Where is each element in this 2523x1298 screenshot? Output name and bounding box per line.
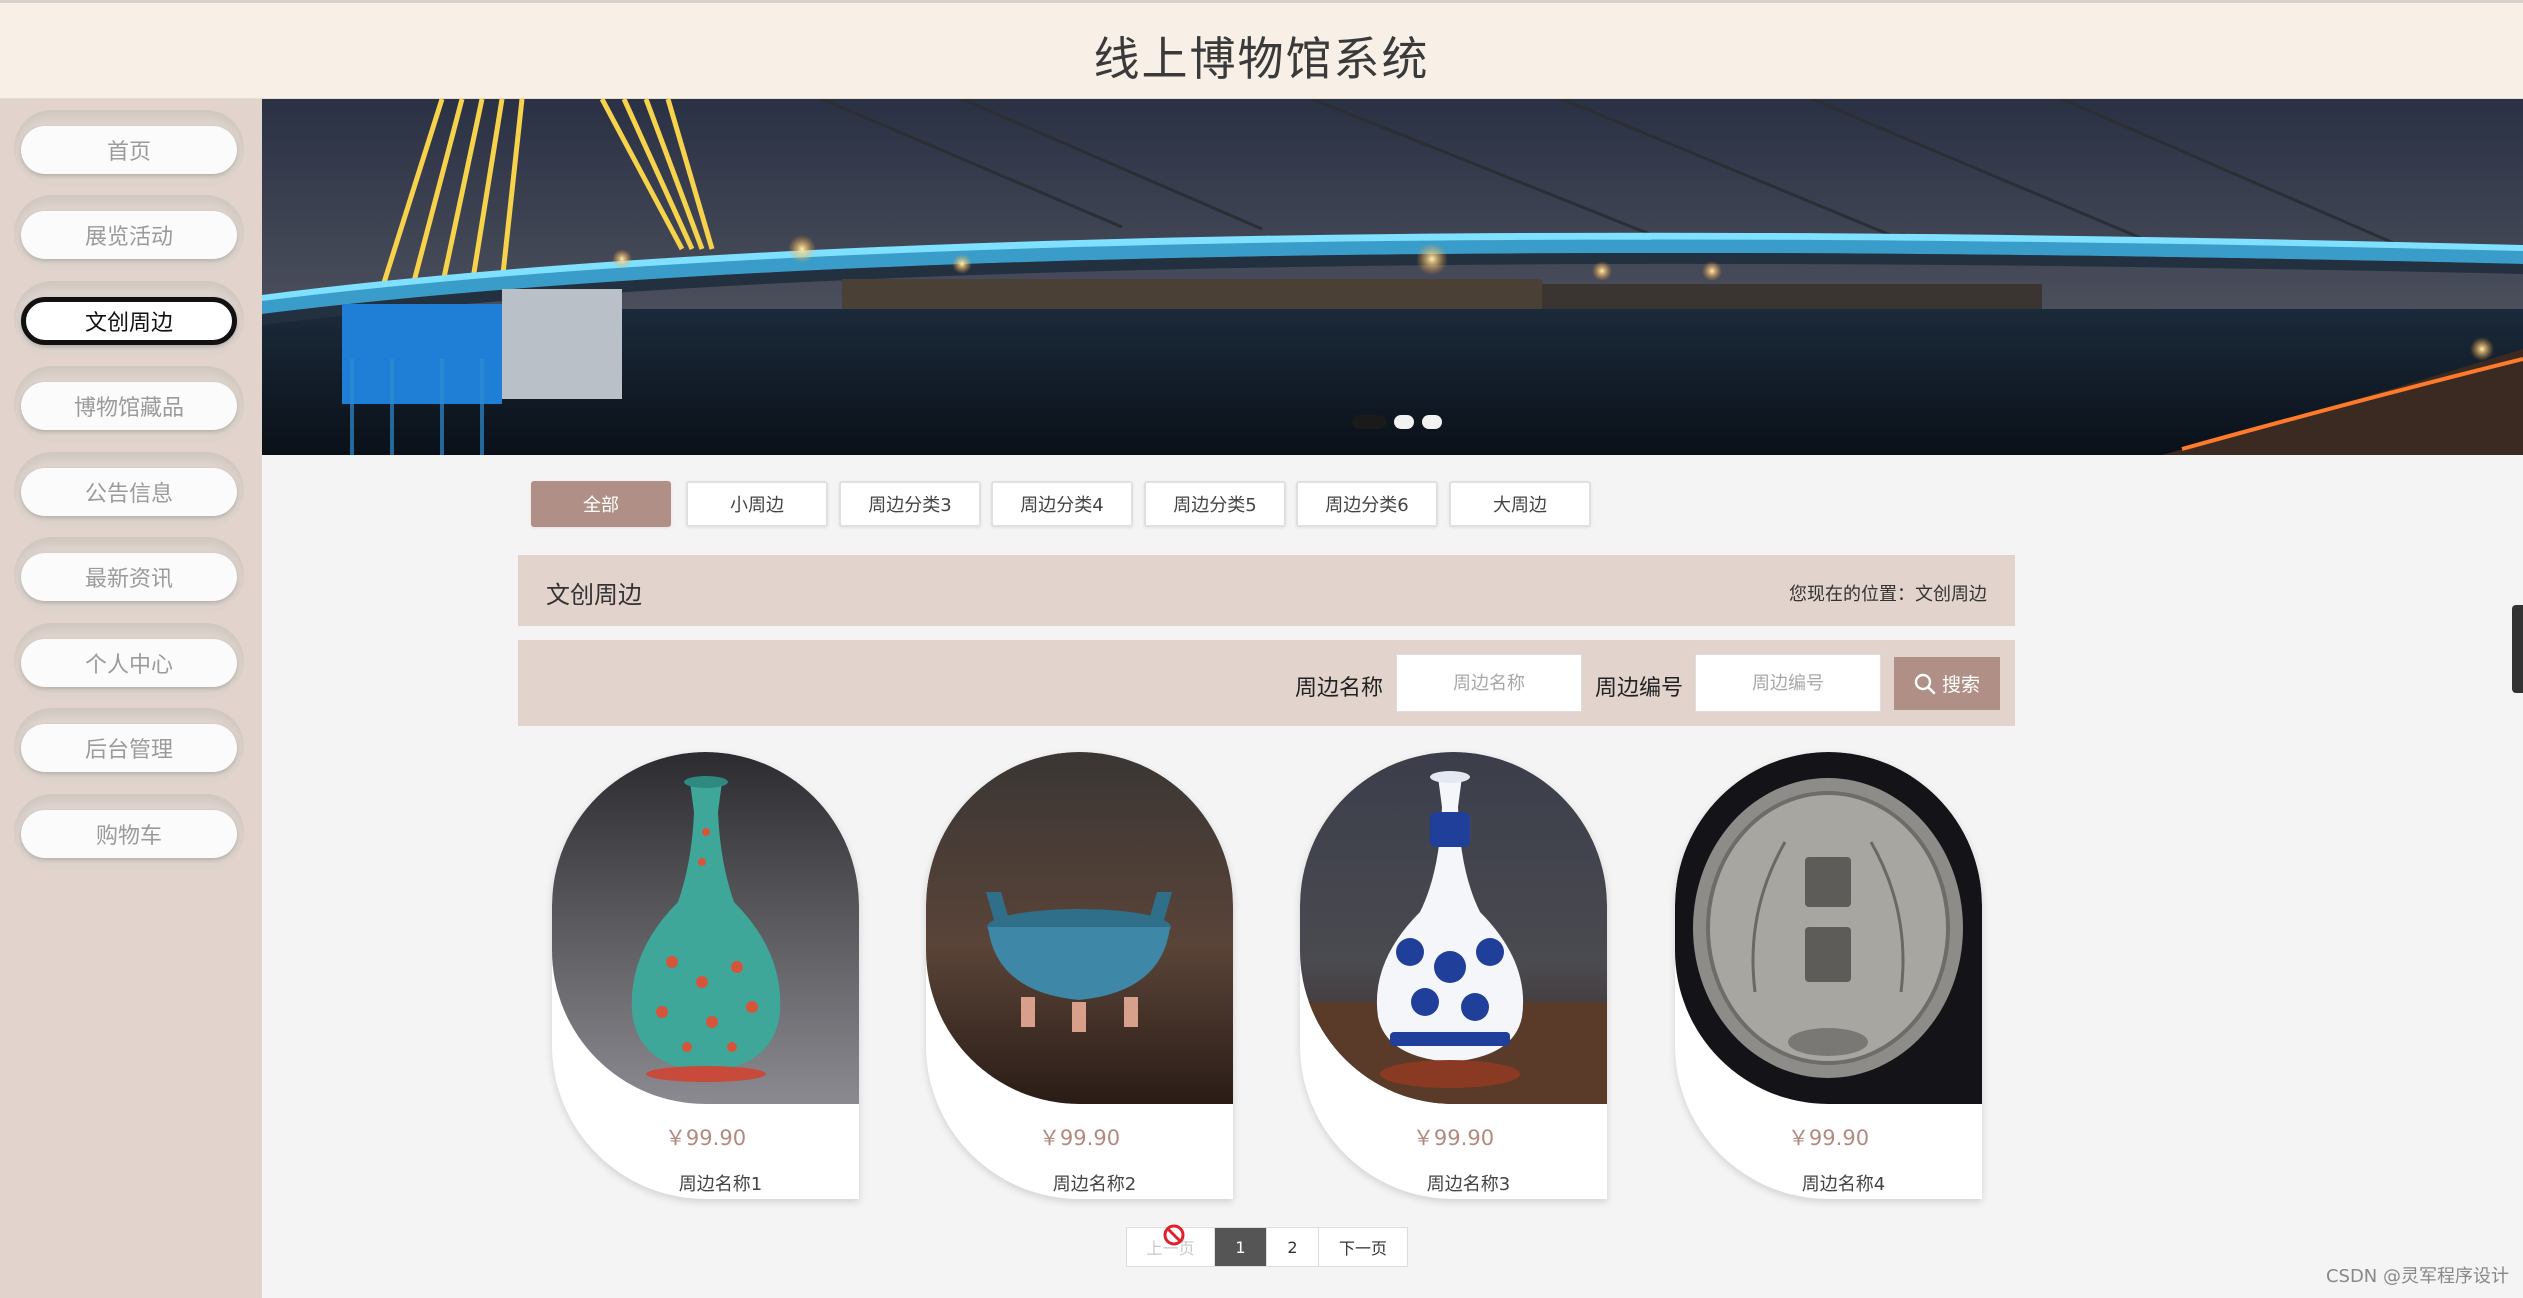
sidebar-item-cart[interactable]: 购物车 [14,794,244,870]
carousel-dot-3[interactable] [1422,415,1442,429]
watermark: CSDN @灵军程序设计 [2325,1266,2509,1287]
product-price: ￥99.90 [664,1126,747,1150]
carousel-dots [1352,415,1442,429]
scrollbar-handle[interactable] [2512,605,2523,693]
banner-carousel[interactable] [262,99,2523,455]
carousel-dot-1[interactable] [1352,415,1386,429]
sidebar-item-label: 文创周边 [21,297,237,345]
product-image[interactable] [926,752,1233,1104]
sidebar-item-label: 后台管理 [21,724,237,772]
product-price: ￥99.90 [1038,1126,1121,1150]
sidebar-item-label: 展览活动 [21,211,237,259]
bridge-night-image [262,99,2523,455]
search-button[interactable]: 搜索 [1894,657,2000,710]
code-search-input[interactable] [1695,654,1881,712]
silver-coin-image [1675,752,1982,1104]
product-name[interactable]: 周边名称4 [1675,1170,1982,1196]
page-2-button[interactable]: 2 [1267,1228,1319,1266]
search-icon [1914,673,1936,694]
sidebar-item-label: 首页 [21,126,237,174]
tab-all[interactable]: 全部 [531,481,671,527]
turquoise-vase-image [552,752,859,1104]
product-price: ￥99.90 [1412,1126,1495,1150]
product-card[interactable]: ￥99.90 周边名称2 [926,752,1233,1199]
page-1-button[interactable]: 1 [1215,1228,1267,1266]
next-page-button[interactable]: 下一页 [1319,1228,1407,1266]
tab-large-merch[interactable]: 大周边 [1449,481,1591,527]
name-field-label: 周边名称 [1295,676,1384,701]
sidebar-item-label: 公告信息 [21,468,237,516]
header-bar: 线上博物馆系统 [0,0,2523,99]
breadcrumb: 您现在的位置：文创周边 [1789,584,1987,605]
sidebar-item-news[interactable]: 最新资讯 [14,537,244,613]
tab-category-4[interactable]: 周边分类4 [991,481,1133,527]
product-image[interactable] [552,752,859,1104]
site-title: 线上博物馆系统 [1093,32,1430,86]
tab-small-merch[interactable]: 小周边 [686,481,828,527]
product-name[interactable]: 周边名称1 [552,1170,859,1196]
product-card[interactable]: ￥99.90 周边名称4 [1675,752,1982,1199]
sidebar-item-admin[interactable]: 后台管理 [14,708,244,784]
sidebar-item-label: 个人中心 [21,639,237,687]
search-button-label: 搜索 [1941,674,1980,696]
code-field-label: 周边编号 [1595,676,1684,701]
sidebar-item-label: 购物车 [21,810,237,858]
product-card[interactable]: ￥99.90 周边名称3 [1300,752,1607,1199]
sidebar-item-profile[interactable]: 个人中心 [14,623,244,699]
tab-category-5[interactable]: 周边分类5 [1144,481,1286,527]
section-title: 文创周边 [546,581,642,609]
product-image[interactable] [1675,752,1982,1104]
sidebar-item-home[interactable]: 首页 [14,110,244,186]
sidebar-item-collections[interactable]: 博物馆藏品 [14,366,244,442]
sidebar-item-label: 最新资讯 [21,553,237,601]
product-name[interactable]: 周边名称3 [1300,1170,1607,1196]
sidebar-item-label: 博物馆藏品 [21,382,237,430]
not-allowed-cursor-icon [1163,1224,1185,1246]
porcelain-vase-image [1300,752,1607,1104]
tab-category-6[interactable]: 周边分类6 [1296,481,1438,527]
tab-category-3[interactable]: 周边分类3 [839,481,981,527]
product-card[interactable]: ￥99.90 周边名称1 [552,752,859,1199]
product-name[interactable]: 周边名称2 [926,1170,1233,1196]
section-header: 文创周边 您现在的位置：文创周边 [518,555,2015,626]
product-image[interactable] [1300,752,1607,1104]
search-panel: 周边名称 周边编号 搜索 [518,640,2015,726]
sidebar-item-merchandise[interactable]: 文创周边 [14,281,244,357]
sidebar-item-exhibitions[interactable]: 展览活动 [14,195,244,271]
sidebar-nav: 首页 展览活动 文创周边 博物馆藏品 公告信息 最新资讯 个人中心 后台管理 购… [0,99,262,1298]
name-search-input[interactable] [1396,654,1582,712]
blue-censer-image [926,752,1233,1104]
sidebar-item-announcements[interactable]: 公告信息 [14,452,244,528]
carousel-dot-2[interactable] [1394,415,1414,429]
product-price: ￥99.90 [1787,1126,1870,1150]
